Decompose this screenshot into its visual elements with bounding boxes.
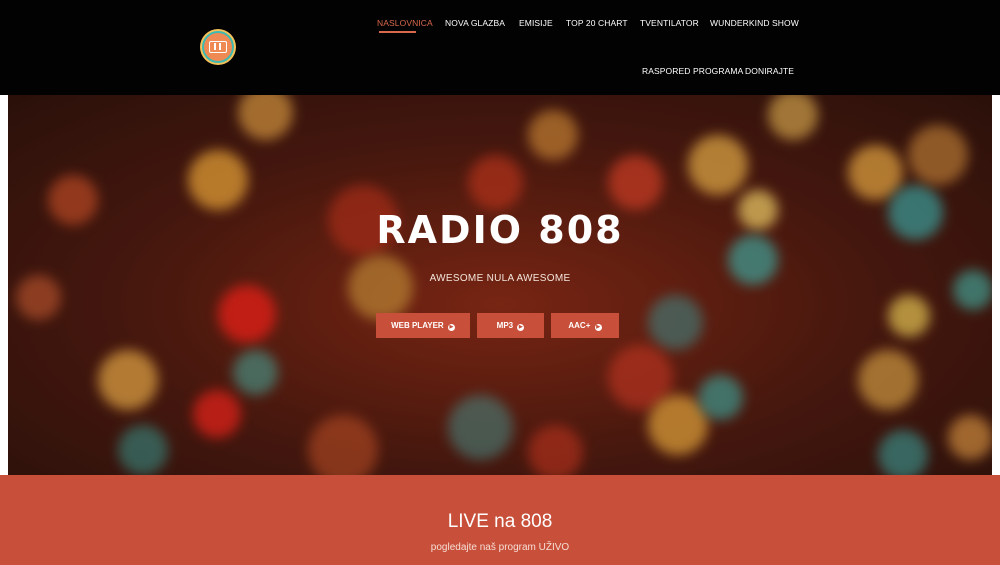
nav-item-naslovnica[interactable]: NASLOVNICA	[377, 18, 433, 28]
arrow-right-circle-icon: ▶	[447, 324, 455, 331]
nav-item-raspored-programa[interactable]: RASPORED PROGRAMA	[642, 66, 743, 76]
active-nav-underline	[379, 31, 416, 33]
arrow-right-circle-icon: ▶	[594, 324, 602, 331]
nav-item-tventilator[interactable]: TVENTILATOR	[640, 18, 699, 28]
live-subtitle: pogledajte naš program UŽIVO	[430, 542, 570, 553]
mp3-button[interactable]: MP3 ▶	[477, 313, 544, 338]
nav-item-wunderkind-show[interactable]: WUNDERKIND SHOW	[710, 18, 799, 28]
radio-808-logo-icon[interactable]	[202, 31, 234, 63]
nav-item-nova-glazba[interactable]: NOVA GLAZBA	[445, 18, 505, 28]
web-player-button[interactable]: WEB PLAYER ▶	[376, 313, 470, 338]
site-header: NASLOVNICA NOVA GLAZBA EMISIJE TOP 20 CH…	[0, 0, 1000, 95]
hero-subtitle: AWESOME NULA AWESOME	[429, 273, 571, 284]
arrow-right-circle-icon: ▶	[517, 324, 525, 331]
nav-item-top-20-chart[interactable]: TOP 20 CHART	[566, 18, 628, 28]
hero-title: RADIO 808	[376, 208, 624, 252]
hero-banner	[8, 95, 992, 475]
hero-overlay	[8, 95, 992, 475]
nav-item-emisije[interactable]: EMISIJE	[519, 18, 553, 28]
mp3-button-label: MP3	[496, 321, 514, 330]
nav-item-donirajte[interactable]: DONIRAJTE	[745, 66, 794, 76]
live-title: LIVE na 808	[447, 511, 553, 532]
live-section: LIVE na 808 pogledajte naš program UŽIVO	[0, 475, 1000, 565]
web-player-button-label: WEB PLAYER	[391, 321, 444, 330]
aac-button[interactable]: AAC+ ▶	[551, 313, 619, 338]
radio-icon	[209, 41, 227, 53]
aac-button-label: AAC+	[568, 321, 591, 330]
